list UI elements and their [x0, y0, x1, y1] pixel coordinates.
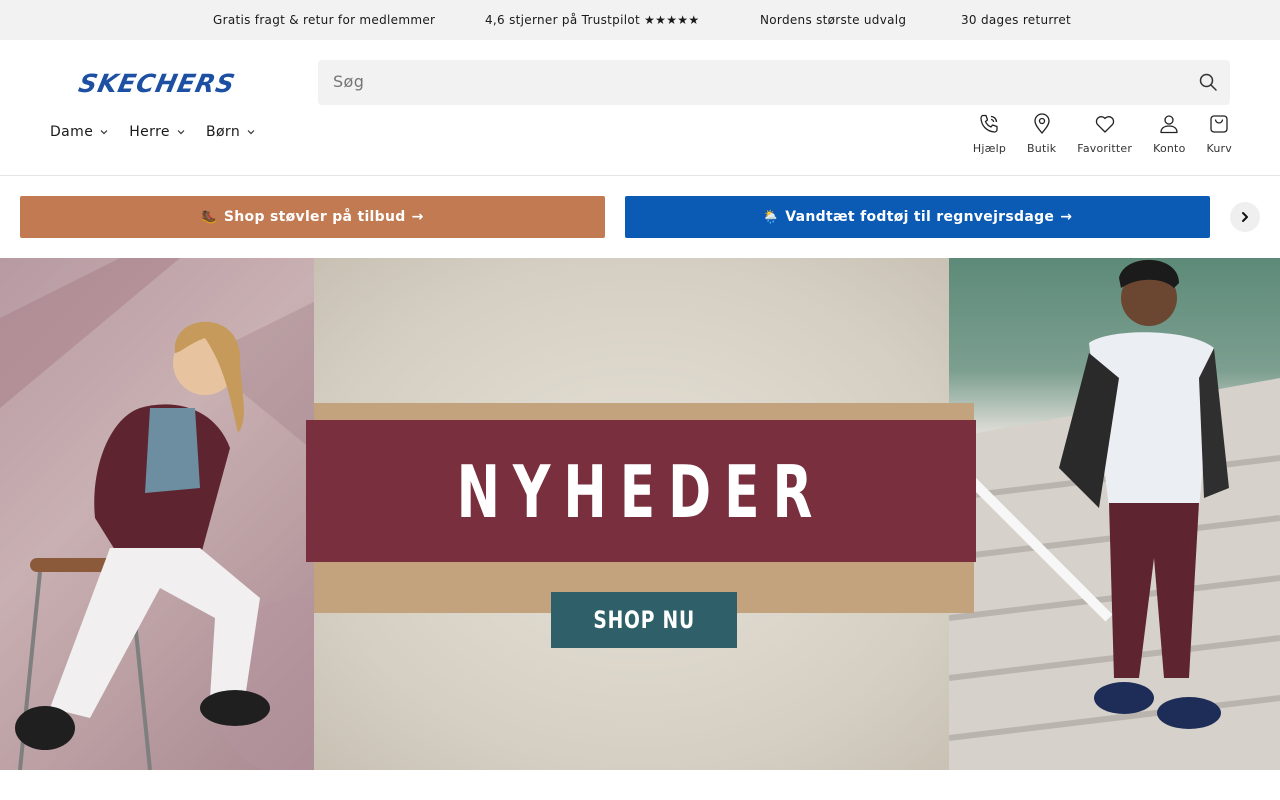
chevron-down-icon: [100, 130, 108, 135]
site-header: SKECHERS Dame Herre Børn Hjæl: [0, 40, 1280, 176]
announcement-bar: Gratis fragt & retur for medlemmer 4,6 s…: [0, 0, 1280, 40]
location-pin-icon: [1034, 113, 1050, 135]
svg-text:SKECHERS: SKECHERS: [76, 70, 238, 96]
hero-title: NYHEDER: [456, 450, 826, 534]
announcement-selection: Nordens største udvalg: [760, 13, 907, 27]
nav-item-label: Dame: [50, 124, 94, 140]
nav-item-herre[interactable]: Herre: [129, 124, 186, 140]
account-link[interactable]: Konto: [1153, 112, 1185, 155]
announcement-free-shipping: Gratis fragt & retur for medlemmer: [213, 13, 436, 27]
help-label: Hjælp: [972, 142, 1007, 155]
help-link[interactable]: Hjælp: [973, 112, 1006, 155]
hero-cta-label: SHOP NU: [593, 606, 695, 634]
rain-cloud-icon: 🌦️: [762, 209, 780, 225]
nav-item-label: Børn: [205, 124, 241, 140]
promo-label: Vandtæt fodtøj til regnvejrsdage: [785, 209, 1055, 225]
announcement-returns: 30 dages returret: [961, 13, 1072, 27]
hero-image-woman: [0, 258, 322, 770]
chevron-down-icon: [247, 130, 255, 135]
chevron-down-icon: [177, 130, 185, 135]
main-nav: Dame Herre Børn: [50, 124, 256, 140]
promo-waterproof-button[interactable]: 🌦️ Vandtæt fodtøj til regnvejrsdage →: [625, 196, 1210, 238]
skechers-logo[interactable]: SKECHERS: [50, 70, 262, 96]
arrow-right-icon: →: [1060, 209, 1073, 225]
cart-link[interactable]: Kurv: [1207, 112, 1232, 155]
favorites-label: Favoritter: [1077, 142, 1133, 155]
utility-nav: Hjælp Butik Favoritter Konto Kurv: [952, 112, 1232, 155]
cart-label: Kurv: [1206, 142, 1232, 155]
hero-shop-now-button[interactable]: SHOP NU: [551, 592, 737, 648]
bag-icon: [1210, 115, 1228, 133]
hero-image-man: [949, 258, 1280, 770]
hero-banner[interactable]: NYHEDER SHOP NU: [0, 258, 1280, 770]
account-label: Konto: [1153, 142, 1186, 155]
search-icon[interactable]: [1198, 72, 1218, 92]
nav-item-dame[interactable]: Dame: [50, 124, 109, 140]
arrow-right-icon: →: [411, 209, 424, 225]
favorites-link[interactable]: Favoritter: [1077, 112, 1132, 155]
carousel-next-button[interactable]: [1230, 202, 1260, 232]
promo-boots-sale-button[interactable]: 🥾 Shop støvler på tilbud →: [20, 196, 605, 238]
store-link[interactable]: Butik: [1027, 112, 1056, 155]
heart-icon: [1095, 116, 1114, 133]
user-icon: [1160, 115, 1178, 134]
chevron-right-icon: [1242, 212, 1248, 222]
phone-icon: [980, 114, 999, 133]
store-label: Butik: [1027, 142, 1057, 155]
boot-icon: 🥾: [201, 209, 218, 225]
nav-item-label: Herre: [129, 124, 170, 140]
nav-item-born[interactable]: Børn: [206, 124, 256, 140]
search-input[interactable]: [333, 72, 1133, 91]
search-bar[interactable]: [318, 60, 1230, 105]
promo-label: Shop støvler på tilbud: [223, 209, 406, 225]
announcement-trustpilot: 4,6 stjerner på Trustpilot ★★★★★: [485, 13, 700, 27]
